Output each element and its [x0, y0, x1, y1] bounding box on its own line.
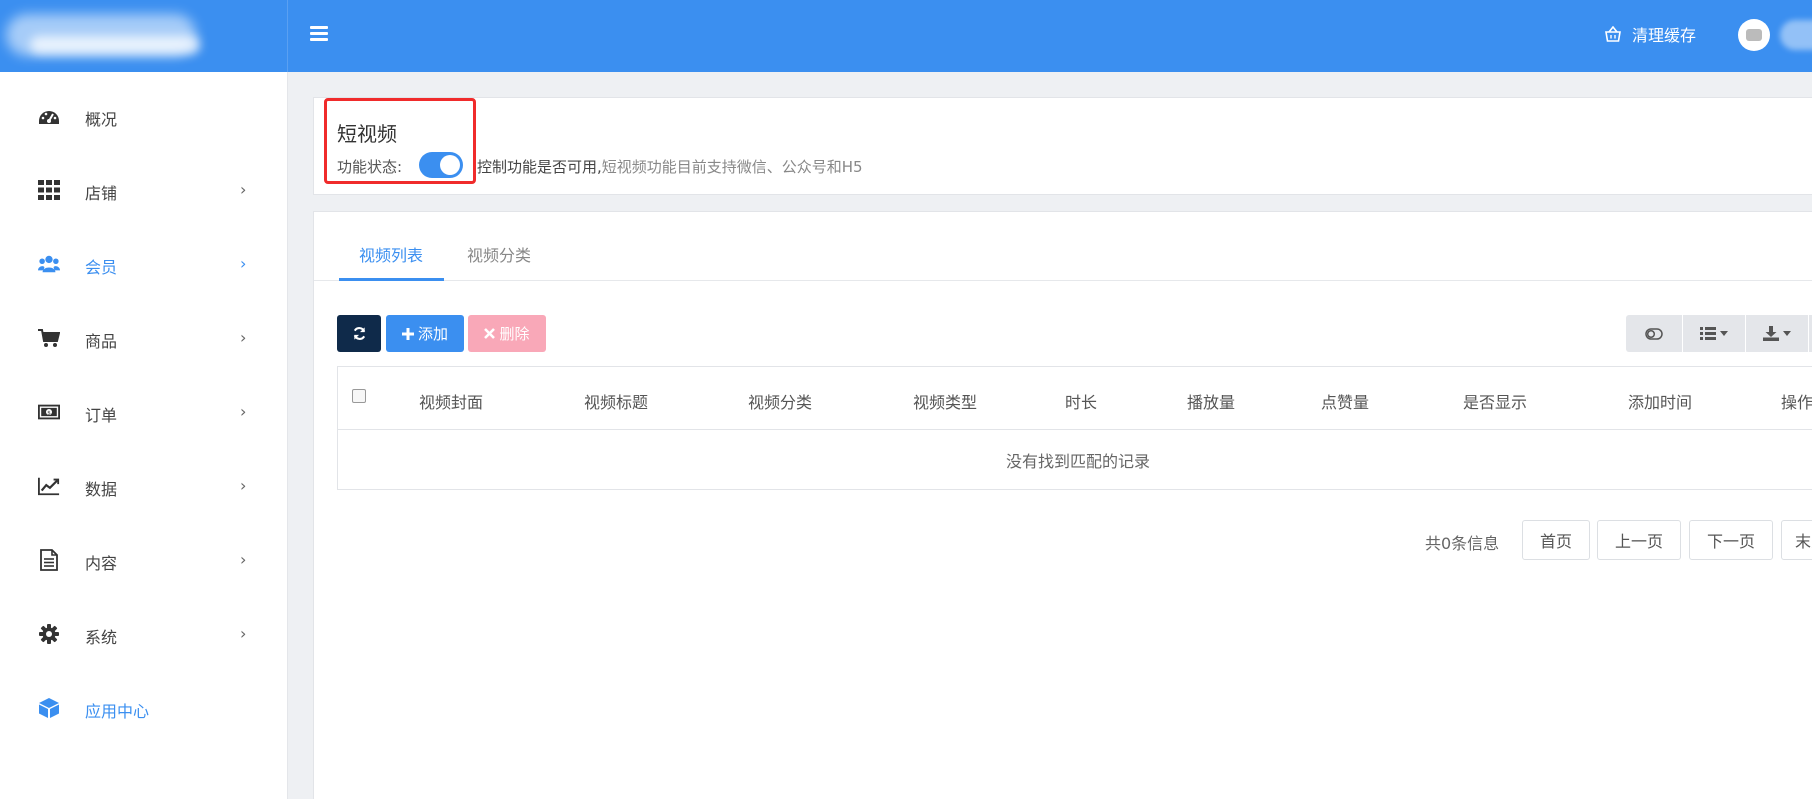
chevron-right-icon: › [240, 254, 247, 273]
status-desc-main: 控制功能是否可用, [477, 158, 602, 176]
avatar[interactable] [1738, 19, 1770, 51]
clear-cache-button[interactable]: 清理缓存 [1604, 22, 1696, 46]
sidebar-item-data[interactable]: 数据 › [0, 466, 288, 506]
document-icon [38, 549, 60, 571]
blurred-username[interactable] [1780, 20, 1812, 50]
sidebar-item-label: 数据 [85, 480, 118, 499]
highlight-annotation-box [324, 98, 476, 184]
column-header[interactable]: 视频标题 [584, 389, 648, 413]
caret-down-icon [1720, 331, 1728, 336]
column-header[interactable]: 视频分类 [748, 389, 812, 413]
column-header[interactable]: 视频封面 [419, 389, 483, 413]
tab-video-list[interactable]: 视频列表 [359, 242, 423, 266]
column-header[interactable]: 添加时间 [1628, 389, 1692, 413]
sidebar-item-label: 系统 [85, 628, 118, 647]
sidebar-item-shop[interactable]: 店铺 › [0, 170, 288, 210]
chevron-right-icon: › [240, 550, 247, 569]
blurred-logo-text [30, 36, 200, 54]
cube-icon [38, 697, 60, 719]
chevron-right-icon: › [240, 624, 247, 643]
add-button-label: 添加 [417, 325, 448, 343]
column-header[interactable]: 时长 [1065, 389, 1097, 413]
sidebar-item-goods[interactable]: 商品 › [0, 318, 288, 358]
columns-dropdown-button[interactable] [1683, 315, 1745, 352]
table-header: 视频封面 视频标题 视频分类 视频类型 时长 播放量 点赞量 是否显示 添加时间… [338, 367, 1812, 430]
refresh-button[interactable] [337, 315, 381, 352]
dashboard-icon [38, 105, 60, 127]
money-icon: $ [38, 401, 60, 423]
video-table: 视频封面 视频标题 视频分类 视频类型 时长 播放量 点赞量 是否显示 添加时间… [337, 366, 1812, 490]
logo-area [0, 0, 288, 72]
svg-text:$: $ [47, 410, 51, 416]
column-header[interactable]: 操作 [1781, 389, 1812, 413]
sidebar-item-overview[interactable]: 概况 [0, 96, 288, 136]
delete-button-label: 删除 [499, 325, 530, 343]
line-chart-icon [38, 475, 60, 497]
sidebar-item-system[interactable]: 系统 › [0, 614, 288, 654]
export-icon [1763, 326, 1779, 341]
grid-icon [38, 179, 60, 201]
sidebar-item-label: 商品 [85, 332, 118, 351]
toggle-view-icon [1645, 327, 1663, 340]
sidebar-item-label: 内容 [85, 554, 118, 573]
plus-icon [401, 327, 414, 340]
gear-icon [38, 623, 60, 645]
export-dropdown-button[interactable] [1746, 315, 1808, 352]
cart-icon [38, 327, 60, 349]
top-header: 清理缓存 [0, 0, 1812, 72]
next-page-button[interactable]: 下一页 [1689, 520, 1773, 560]
feature-status-panel: 短视频 功能状态: [313, 97, 1812, 195]
status-desc-sub: 短视频功能目前支持微信、公众号和H5 [601, 158, 863, 176]
sidebar-item-label: 店铺 [85, 184, 118, 203]
caret-down-icon [1783, 331, 1791, 336]
first-page-button[interactable]: 首页 [1522, 520, 1590, 560]
chevron-right-icon: › [240, 476, 247, 495]
basket-icon [1605, 26, 1621, 42]
column-header[interactable]: 点赞量 [1321, 389, 1369, 413]
column-header[interactable]: 是否显示 [1463, 389, 1527, 413]
column-header[interactable]: 视频类型 [913, 389, 977, 413]
sidebar-item-orders[interactable]: $ 订单 › [0, 392, 288, 432]
empty-table-message: 没有找到匹配的记录 [1005, 452, 1150, 471]
pagination-info: 共0条信息 [1425, 534, 1500, 553]
clear-cache-label: 清理缓存 [1632, 26, 1697, 45]
column-header[interactable]: 播放量 [1187, 389, 1235, 413]
users-icon [38, 253, 60, 275]
sidebar-item-label: 订单 [85, 406, 118, 425]
chevron-right-icon: › [240, 180, 247, 199]
refresh-icon [353, 327, 365, 340]
chevron-right-icon: › [240, 402, 247, 421]
tab-video-category[interactable]: 视频分类 [467, 242, 531, 266]
sidebar-item-members[interactable]: 会员 › [0, 244, 288, 284]
last-page-button[interactable]: 末页 [1781, 520, 1812, 560]
tab-bar: 视频列表 视频分类 [314, 212, 1812, 281]
sidebar-item-content[interactable]: 内容 › [0, 540, 288, 580]
sidebar-item-label: 概况 [85, 110, 118, 129]
prev-page-button[interactable]: 上一页 [1597, 520, 1681, 560]
sidebar: 概况 店铺 › 会员 › 商品 › $ 订单 › 数据 › 内容 › 系统 › … [0, 72, 288, 799]
columns-icon [1700, 327, 1716, 340]
add-button[interactable]: 添加 [386, 315, 464, 352]
x-icon [484, 328, 496, 339]
toggle-view-button[interactable] [1626, 315, 1682, 352]
status-description: 控制功能是否可用,短视频功能目前支持微信、公众号和H5 [477, 156, 863, 177]
sidebar-item-label: 会员 [85, 258, 118, 277]
active-tab-indicator [339, 278, 444, 281]
sidebar-item-app-center[interactable]: 应用中心 [0, 688, 288, 728]
hamburger-icon[interactable] [310, 26, 328, 44]
avatar-image [1746, 29, 1762, 41]
chevron-right-icon: › [240, 328, 247, 347]
sidebar-item-label: 应用中心 [85, 702, 150, 721]
delete-button[interactable]: 删除 [468, 315, 546, 352]
select-all-checkbox[interactable] [352, 389, 366, 403]
video-list-panel: 视频列表 视频分类 添加 删除 视频封面 视频标题 视频分类 视频类型 时长 播… [313, 211, 1812, 799]
table-tools-group [1626, 315, 1812, 352]
